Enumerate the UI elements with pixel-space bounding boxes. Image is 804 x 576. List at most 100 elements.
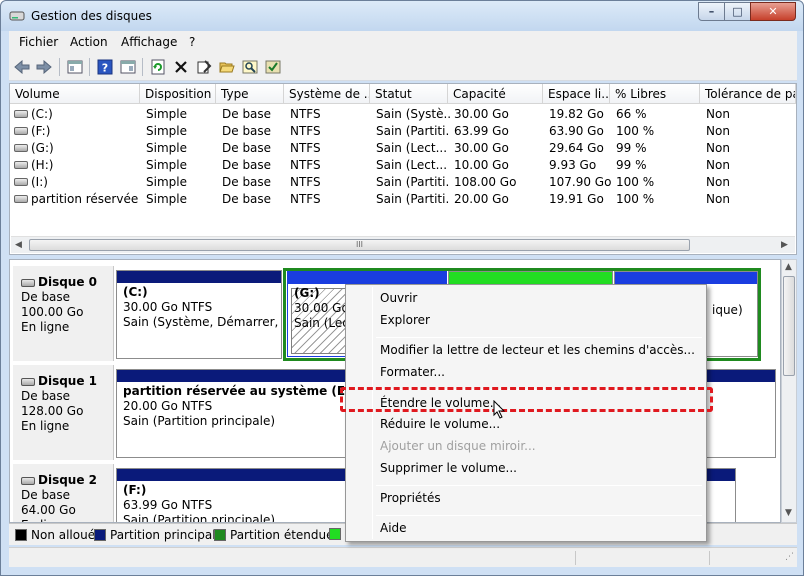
menu-item-explorer[interactable]: Explorer	[380, 313, 430, 327]
column-header-capacity[interactable]: Capacité	[448, 84, 543, 104]
menu-help[interactable]: ?	[189, 35, 195, 49]
menu-item-delete-volume[interactable]: Supprimer le volume...	[380, 461, 517, 475]
scroll-up-icon[interactable]: ▲	[785, 262, 792, 272]
table-row[interactable]: (F:) Simple De base NTFS Sain (Partiti... 63.…	[10, 122, 796, 139]
legend-free-space	[329, 528, 345, 540]
table-cell: NTFS	[290, 141, 321, 155]
table-cell: Non	[706, 107, 730, 121]
column-header-percent-free[interactable]: % Libres	[610, 84, 700, 104]
vertical-scrollbar[interactable]: ▲ ▼	[781, 259, 797, 523]
table-cell: Simple	[146, 124, 187, 138]
table-cell: 30.00 Go	[454, 107, 509, 121]
legend-swatch	[15, 529, 27, 541]
resize-grip-icon[interactable]: ⋰	[785, 552, 794, 562]
close-button[interactable]: ✕	[750, 2, 796, 21]
disk-0-state: En ligne	[21, 320, 70, 334]
table-row[interactable]: (I:) Simple De base NTFS Sain (Partiti... 108…	[10, 173, 796, 190]
table-cell: 63.99 Go	[454, 124, 509, 138]
table-cell: De base	[222, 192, 272, 206]
disk-0-size: 100.00 Go	[21, 305, 84, 319]
disk-2-size: 64.00 Go	[21, 503, 76, 517]
column-header-disposition[interactable]: Disposition	[140, 84, 216, 104]
back-icon[interactable]	[13, 58, 31, 76]
table-row[interactable]: (G:) Simple De base NTFS Sain (Lect... 30.00 …	[10, 139, 796, 156]
menu-action[interactable]: Action	[70, 35, 108, 49]
table-row[interactable]: (C:) Simple De base NTFS Sain (Systè... 30.00…	[10, 105, 796, 122]
menu-separator	[376, 337, 702, 338]
legend-swatch	[94, 529, 106, 541]
toolbar-separator	[142, 58, 143, 76]
vertical-scroll-thumb[interactable]	[783, 276, 795, 376]
volume-c[interactable]: (C:) 30.00 Go NTFS Sain (Système, Démarr…	[116, 270, 282, 359]
delete-icon[interactable]	[172, 58, 190, 76]
disk-check-icon[interactable]	[264, 58, 282, 76]
horizontal-scrollbar[interactable]: ◀ III ▶	[11, 236, 795, 253]
disk-0-info[interactable]: Disque 0 De base 100.00 Go En ligne	[13, 266, 114, 361]
column-header-free-space[interactable]: Espace li...	[543, 84, 610, 104]
context-menu-gutter	[372, 287, 373, 539]
table-cell: Sain (Lect...	[376, 141, 448, 155]
scroll-left-icon[interactable]: ◀	[15, 240, 22, 250]
column-header-type[interactable]: Type	[216, 84, 284, 104]
menu-item-format[interactable]: Formater...	[380, 365, 445, 379]
menu-affichage[interactable]: Affichage	[121, 35, 177, 49]
table-cell: Sain (Partiti...	[376, 124, 450, 138]
volume-c-title: (C:)	[123, 285, 148, 299]
title-bar[interactable]: Gestion des disques – □ ✕	[1, 1, 803, 31]
menu-fichier[interactable]: Fichier	[19, 35, 58, 49]
settings-icon[interactable]	[195, 58, 213, 76]
search-icon[interactable]	[241, 58, 259, 76]
properties-icon[interactable]	[119, 58, 137, 76]
help-icon[interactable]: ?	[96, 58, 114, 76]
scroll-down-icon[interactable]: ▼	[785, 508, 792, 518]
disk-1-state: En ligne	[21, 419, 70, 433]
forward-icon[interactable]	[35, 58, 53, 76]
refresh-icon[interactable]	[149, 58, 167, 76]
volume-c-size: 30.00 Go NTFS	[123, 300, 213, 314]
table-cell: NTFS	[290, 175, 321, 189]
menu-item-ouvrir[interactable]: Ouvrir	[380, 291, 417, 305]
disk-icon	[21, 377, 35, 386]
table-cell: 30.00 Go	[454, 141, 509, 155]
table-cell: 100 %	[616, 192, 655, 206]
legend-label: Partition étendue	[230, 528, 334, 542]
open-folder-icon[interactable]	[218, 58, 236, 76]
maximize-button[interactable]: □	[724, 2, 751, 21]
table-cell: Sain (Systè...	[376, 107, 450, 121]
menu-item-help[interactable]: Aide	[380, 521, 407, 535]
table-row[interactable]: partition réservée ... Simple De base NTFS S…	[10, 190, 796, 207]
minimize-button[interactable]: –	[698, 2, 725, 21]
console-tree-icon[interactable]	[66, 58, 84, 76]
disk-2-type: De base	[21, 488, 71, 502]
table-cell: Sain (Partiti...	[376, 192, 450, 206]
table-cell: NTFS	[290, 124, 321, 138]
table-cell: 107.90 Go	[549, 175, 612, 189]
disk-1-info[interactable]: Disque 1 De base 128.00 Go En ligne	[13, 365, 114, 460]
menu-item-change-drive-letter[interactable]: Modifier la lettre de lecteur et les che…	[380, 343, 695, 357]
legend-swatch	[329, 528, 341, 540]
volume-drive-icon	[14, 144, 28, 152]
column-header-fault-tolerance[interactable]: Tolérance de par	[700, 84, 796, 104]
table-cell: De base	[222, 158, 272, 172]
scroll-right-icon[interactable]: ▶	[781, 240, 788, 250]
column-header-status[interactable]: Statut	[370, 84, 448, 104]
menu-item-shrink-volume[interactable]: Réduire le volume...	[380, 417, 500, 431]
column-header-filesystem[interactable]: Système de ...	[284, 84, 370, 104]
disk-management-app-icon	[9, 11, 25, 21]
disk-2-info[interactable]: Disque 2 De base 64.00 Go En ligne	[13, 464, 114, 522]
table-cell: De base	[222, 124, 272, 138]
toolbar-separator	[89, 58, 90, 76]
menu-item-properties[interactable]: Propriétés	[380, 491, 441, 505]
legend-label: Non alloué	[31, 528, 96, 542]
table-cell: Simple	[146, 192, 187, 206]
volume-drive-icon	[14, 161, 28, 169]
table-cell: 100 %	[616, 124, 655, 138]
disk-icon	[21, 476, 35, 485]
volume-list: Volume Disposition Type Système de ... S…	[9, 83, 797, 255]
column-header-volume[interactable]: Volume	[10, 84, 140, 104]
table-row[interactable]: (H:) Simple De base NTFS Sain (Lect... 10.00 …	[10, 156, 796, 173]
toolbar: ?	[9, 53, 797, 81]
table-cell: 20.00 Go	[454, 192, 509, 206]
table-cell: Simple	[146, 158, 187, 172]
scroll-thumb[interactable]: III	[29, 239, 690, 251]
